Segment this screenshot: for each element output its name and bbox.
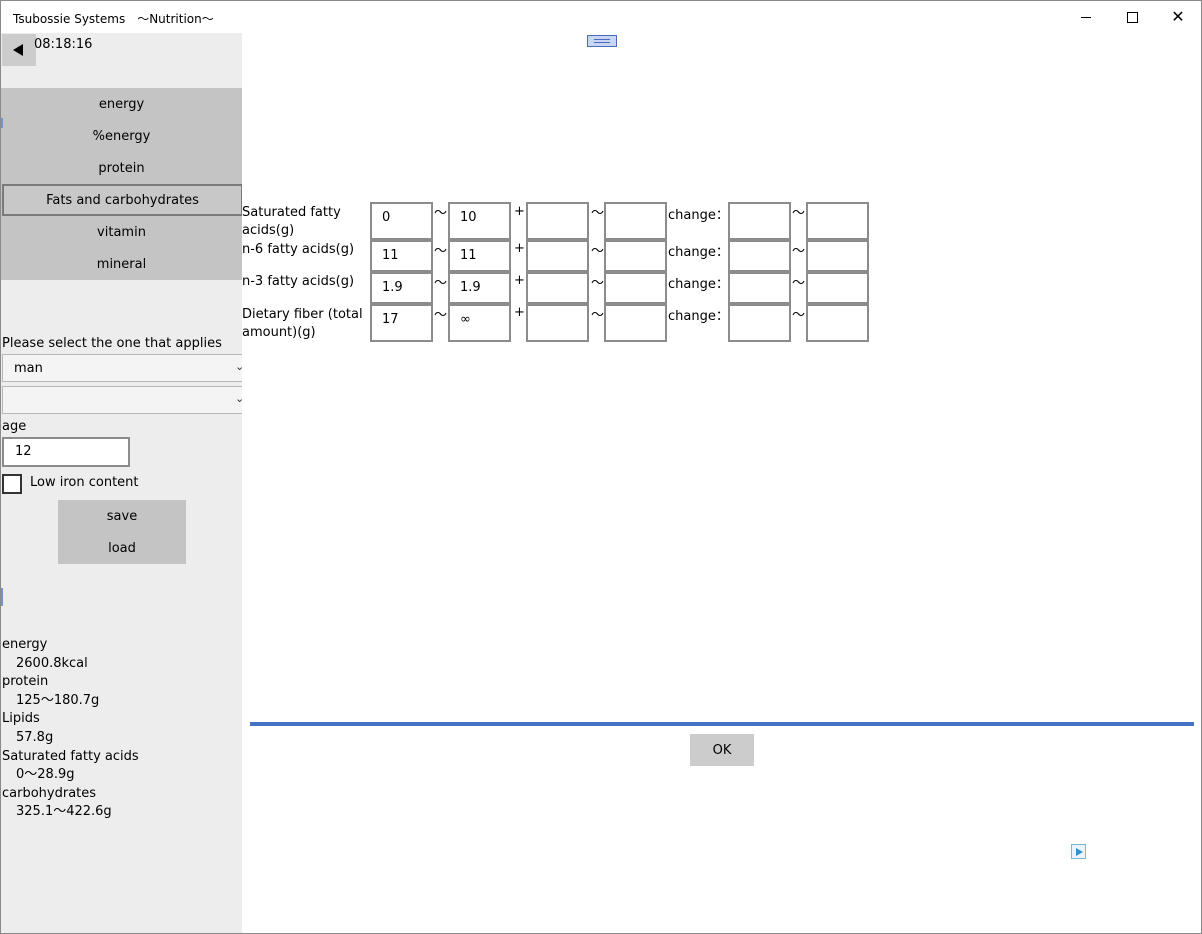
n6-change-min-input[interactable] (728, 240, 791, 272)
n3-min-input[interactable]: 1.9 (370, 272, 433, 304)
tilde: 〜 (591, 308, 605, 323)
summary-key: energy (2, 637, 48, 652)
saturated-add-min-input[interactable] (526, 202, 589, 240)
summary-value: 57.8g (16, 729, 54, 745)
maximize-button[interactable] (1109, 1, 1155, 33)
fiber-change-min-input[interactable] (728, 304, 791, 342)
condition-select[interactable]: ⌄ (2, 386, 246, 414)
ad-choices-button[interactable] (1071, 844, 1086, 859)
title-bar: Tsubossie Systems 〜Nutrition〜 ✕ (1, 1, 1201, 33)
close-icon: ✕ (1171, 7, 1185, 26)
save-load-group: save load (58, 500, 186, 564)
summary-key: Lipids (2, 711, 40, 727)
back-button[interactable] (2, 34, 36, 66)
saturated-add-max-input[interactable] (604, 202, 667, 240)
row-label-dietary-fiber: Dietary fiber (total amount)(g) (242, 307, 363, 340)
n6-add-min-input[interactable] (526, 240, 589, 272)
n3-change-max-input[interactable] (806, 272, 869, 304)
summary-value: 2600.8kcal (16, 655, 88, 671)
sidebar: 08:18:16 energy %energy protein Fats and… (1, 33, 246, 933)
n6-max-input[interactable]: 11 (448, 240, 511, 272)
n3-add-max-input[interactable] (604, 272, 667, 304)
n3-max-input[interactable]: 1.9 (448, 272, 511, 304)
load-button[interactable]: load (58, 532, 186, 564)
change-label: change： (668, 309, 729, 324)
minimize-button[interactable] (1063, 1, 1109, 33)
n3-change-min-input[interactable] (728, 272, 791, 304)
fiber-min-input[interactable]: 17 (370, 304, 433, 342)
summary-key: carbohydrates (2, 785, 97, 801)
edge-marker (1, 588, 3, 606)
plus: + (514, 204, 525, 219)
tilde: 〜 (591, 206, 605, 221)
nav-energy[interactable]: energy (1, 88, 242, 120)
select-prompt-label: Please select the one that applies (2, 336, 222, 351)
summary-value: 125〜180.7g (16, 692, 100, 708)
tilde: 〜 (434, 276, 448, 291)
tilde: 〜 (434, 244, 448, 259)
sex-select[interactable]: man ⌄ (2, 354, 246, 382)
summary-key: Saturated fatty acids (2, 748, 139, 764)
n6-add-max-input[interactable] (604, 240, 667, 272)
summary-value: 0〜28.9g (16, 767, 75, 783)
save-button[interactable]: save (58, 500, 186, 532)
ok-button[interactable]: OK (690, 734, 754, 766)
change-label: change： (668, 245, 729, 260)
low-iron-checkbox[interactable] (2, 474, 22, 494)
nav-mineral[interactable]: mineral (1, 248, 242, 280)
app-window: Tsubossie Systems 〜Nutrition〜 ✕ 08:18:16… (0, 0, 1202, 934)
divider-bar (250, 722, 1194, 726)
minimize-icon (1081, 16, 1091, 18)
fiber-add-min-input[interactable] (526, 304, 589, 342)
tilde: 〜 (792, 308, 806, 323)
back-triangle-icon (13, 44, 23, 56)
nav-protein[interactable]: protein (1, 152, 242, 184)
plus: + (514, 241, 525, 256)
plus: + (514, 305, 525, 320)
nav-fats-carbohydrates[interactable]: Fats and carbohydrates (2, 184, 243, 216)
n3-add-min-input[interactable] (526, 272, 589, 304)
fiber-max-input[interactable]: ∞ (448, 304, 511, 342)
window-title: Tsubossie Systems 〜Nutrition〜 (13, 12, 214, 26)
age-input[interactable]: 12 (2, 437, 130, 467)
change-label: change： (668, 208, 729, 223)
tilde: 〜 (434, 308, 448, 323)
tilde: 〜 (591, 276, 605, 291)
tilde: 〜 (792, 244, 806, 259)
saturated-change-min-input[interactable] (728, 202, 791, 240)
row-label-n3: n-3 fatty acids(g) (242, 274, 355, 289)
row-label-n6: n-6 fatty acids(g) (242, 242, 355, 257)
low-iron-label: Low iron content (30, 475, 139, 490)
n6-change-max-input[interactable] (806, 240, 869, 272)
row-label-saturated: Saturated fatty acids(g) (242, 205, 341, 238)
main-panel: Saturated fatty acids(g) 0 〜 10 + 〜 chan… (242, 33, 1201, 933)
nav-menu: energy %energy protein Fats and carbohyd… (1, 88, 243, 280)
saturated-max-input[interactable]: 10 (448, 202, 511, 240)
clock: 08:18:16 (34, 37, 93, 52)
nav-percent-energy[interactable]: %energy (1, 120, 242, 152)
tilde: 〜 (434, 206, 448, 221)
resize-grip[interactable] (587, 35, 617, 47)
nutrition-summary: energy 2600.8kcal protein 125〜180.7g Lip… (2, 636, 139, 822)
sex-select-value: man (14, 361, 43, 376)
maximize-icon (1126, 11, 1138, 23)
tilde: 〜 (792, 206, 806, 221)
fiber-change-max-input[interactable] (806, 304, 869, 342)
summary-value: 325.1〜422.6g (16, 804, 112, 820)
saturated-change-max-input[interactable] (806, 202, 869, 240)
close-button[interactable]: ✕ (1155, 1, 1201, 33)
n6-min-input[interactable]: 11 (370, 240, 433, 272)
summary-key: protein (2, 674, 49, 690)
plus: + (514, 273, 525, 288)
adchoices-icon (1076, 847, 1083, 856)
age-label: age (2, 419, 27, 434)
fiber-add-max-input[interactable] (604, 304, 667, 342)
tilde: 〜 (792, 276, 806, 291)
change-label: change： (668, 277, 729, 292)
saturated-min-input[interactable]: 0 (370, 202, 433, 240)
tilde: 〜 (591, 244, 605, 259)
edge-marker (1, 118, 3, 128)
nav-vitamin[interactable]: vitamin (1, 216, 242, 248)
